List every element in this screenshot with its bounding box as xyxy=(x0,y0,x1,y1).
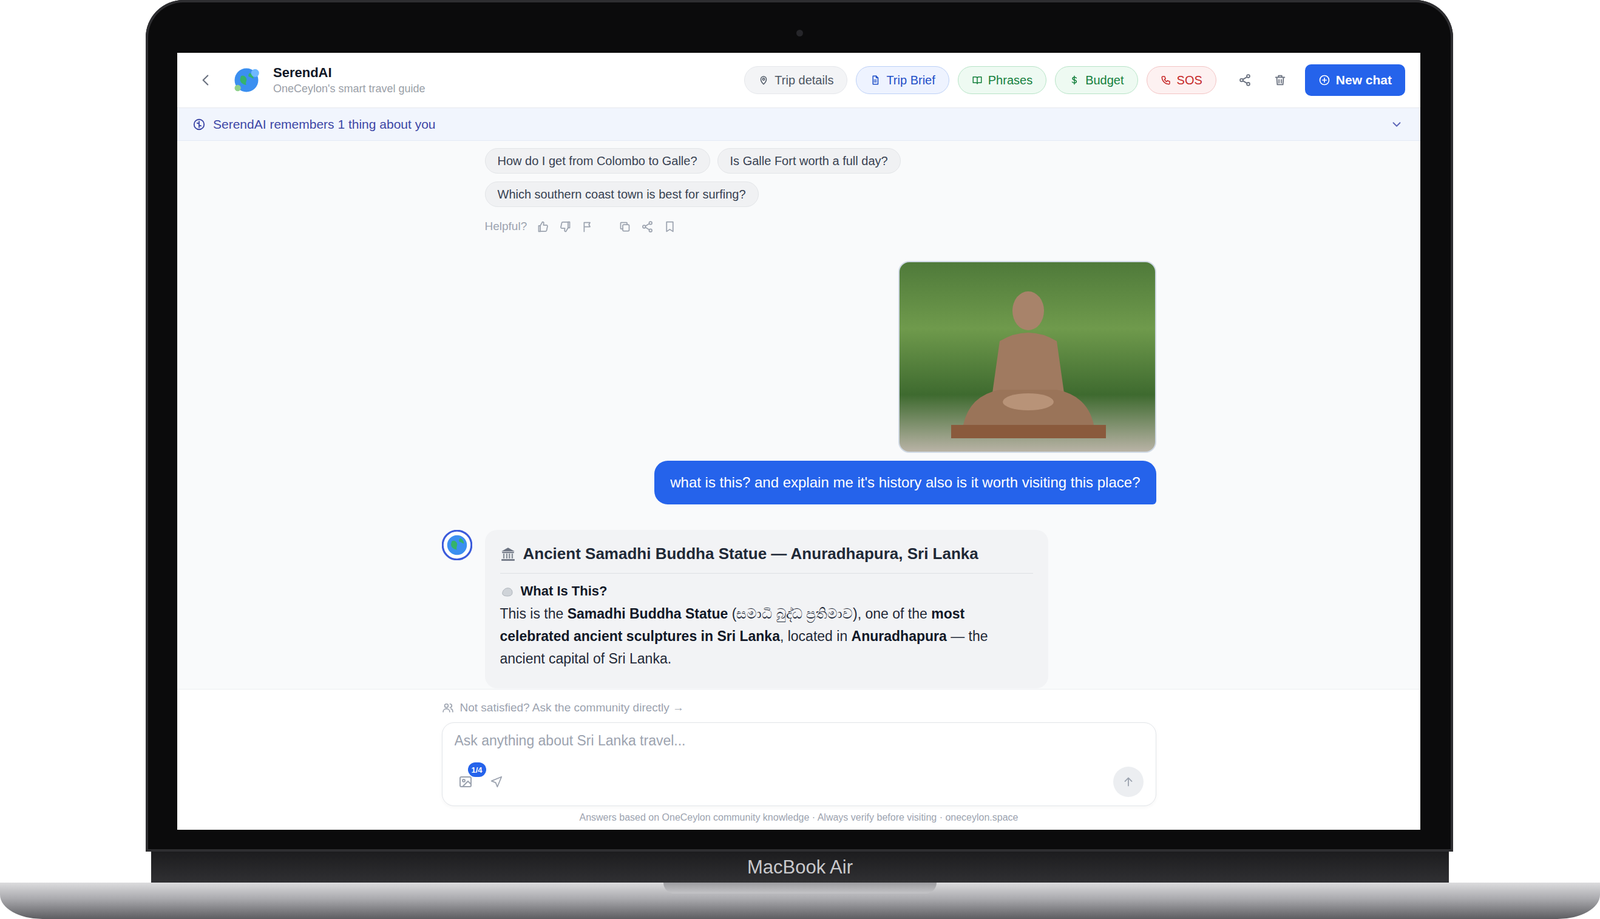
landmark-icon xyxy=(500,546,516,563)
disclaimer: Answers based on OneCeylon community kno… xyxy=(441,812,1157,824)
paragraph-segment: (සමාධි බුද්ධ ප්‍රතිමාව), one of the xyxy=(727,605,932,622)
base-notch xyxy=(663,882,937,894)
memory-bar[interactable]: SerendAI remembers 1 thing about you xyxy=(177,108,1421,141)
doc-icon xyxy=(869,74,881,86)
header: SerendAIOneCeylon's smart travel guide Tr… xyxy=(177,52,1421,109)
answer-title: Ancient Samadhi Buddha Statue — Anuradha… xyxy=(523,544,979,564)
send-button[interactable] xyxy=(1113,766,1144,797)
paragraph-segment: Samadhi Buddha Statue xyxy=(567,605,729,622)
paragraph-segment: Anuradhapura xyxy=(851,628,947,645)
image-message xyxy=(441,261,1157,453)
suggestion-list: How do I get from Colombo to Galle?Is Ga… xyxy=(484,140,923,207)
camera-dot xyxy=(796,29,804,37)
laptop-chin: MacBook Air xyxy=(151,851,1449,883)
user-bubble: what is this? and explain me it's histor… xyxy=(654,460,1156,505)
section-heading: What Is This? xyxy=(500,583,1034,600)
memory-text: SerendAI remembers 1 thing about you xyxy=(213,117,436,132)
community-link[interactable]: Not satisfied? Ask the community directl… xyxy=(441,689,1157,718)
header-pill[interactable]: SOS xyxy=(1146,66,1217,95)
thumbs-up-icon[interactable] xyxy=(536,220,550,234)
share-icon xyxy=(1238,73,1252,87)
answer-title-row: Ancient Samadhi Buddha Statue — Anuradha… xyxy=(500,544,1034,574)
logo-icon xyxy=(230,64,263,96)
pill-label: Trip details xyxy=(774,73,834,88)
bookmark-icon[interactable] xyxy=(663,220,677,234)
community-link-text: Not satisfied? Ask the community directl… xyxy=(460,701,685,715)
suggestion-chip[interactable]: How do I get from Colombo to Galle? xyxy=(484,148,711,174)
suggestion-chip[interactable]: Is Galle Fort worth a full day? xyxy=(717,148,901,174)
image-count-badge: 1/4 xyxy=(467,762,487,777)
chat-column: How do I get from Colombo to Galle?Is Ga… xyxy=(441,140,1157,689)
pill-label: SOS xyxy=(1176,73,1203,88)
trash-icon xyxy=(1273,73,1287,87)
helpful-label: Helpful? xyxy=(484,219,528,234)
memory-icon xyxy=(192,117,206,132)
header-pill[interactable]: Trip details xyxy=(744,66,848,95)
pill-label: Budget xyxy=(1085,73,1124,88)
answer-card: Ancient Samadhi Buddha Statue — Anuradha… xyxy=(484,529,1049,689)
delete-button[interactable] xyxy=(1273,73,1287,87)
statue-figure xyxy=(951,286,1106,439)
assistant-avatar-icon xyxy=(441,529,473,561)
dollar-icon xyxy=(1068,74,1080,86)
copy-icon[interactable] xyxy=(618,220,632,234)
composer: Not satisfied? Ask the community directl… xyxy=(177,688,1421,830)
share-button[interactable] xyxy=(1238,73,1252,87)
thumbs-down-icon[interactable] xyxy=(559,220,572,234)
paragraph-segment: , located in xyxy=(779,628,852,645)
laptop-lid: SerendAIOneCeylon's smart travel guide Tr… xyxy=(145,0,1454,852)
stone-icon xyxy=(500,583,515,599)
back-arrow-icon xyxy=(197,72,214,89)
header-pill[interactable]: Phrases xyxy=(957,66,1047,95)
paragraph-segment: This is the xyxy=(500,605,568,622)
book-icon xyxy=(971,74,983,86)
new-chat-label: New chat xyxy=(1335,72,1392,88)
uploaded-photo xyxy=(898,261,1157,453)
app-title: SerendAI xyxy=(273,64,426,81)
location-arrow-icon[interactable] xyxy=(489,775,504,789)
section-title: What Is This? xyxy=(520,583,608,600)
suggestion-chip[interactable]: Which southern coast town is best for su… xyxy=(484,181,759,207)
header-pill[interactable]: Budget xyxy=(1054,66,1138,95)
user-message: what is this? and explain me it's histor… xyxy=(441,460,1157,505)
flag-icon[interactable] xyxy=(581,220,595,234)
phone-icon xyxy=(1160,74,1172,86)
header-pill[interactable]: Trip Brief xyxy=(855,66,949,95)
chevron-icon[interactable] xyxy=(1389,117,1404,132)
plus-circle-icon xyxy=(1318,74,1331,87)
input-box: 1/4 xyxy=(441,722,1157,807)
app-subtitle: OneCeylon's smart travel guide xyxy=(273,82,426,96)
header-actions: Trip details Trip Brief Phrases Budget SOS Ne… xyxy=(744,64,1406,96)
screen: SerendAIOneCeylon's smart travel guide Tr… xyxy=(177,52,1421,830)
people-icon xyxy=(441,701,455,714)
feedback-row: Helpful? xyxy=(484,216,1157,237)
attach-image-button[interactable]: 1/4 xyxy=(454,770,477,793)
message-input[interactable] xyxy=(454,732,1144,750)
back-button[interactable] xyxy=(197,72,214,89)
pin-icon xyxy=(758,74,770,86)
arrow-up-icon xyxy=(1121,775,1136,789)
pill-label: Phrases xyxy=(988,73,1033,88)
assistant-message: Ancient Samadhi Buddha Statue — Anuradha… xyxy=(441,529,1157,689)
image-icon xyxy=(458,774,473,790)
answer-paragraph: This is the Samadhi Buddha Statue (සමාධි… xyxy=(500,602,1034,671)
brand: SerendAIOneCeylon's smart travel guide xyxy=(273,64,426,96)
share-icon[interactable] xyxy=(640,220,654,234)
laptop-base xyxy=(0,882,1600,919)
input-toolbar: 1/4 xyxy=(454,766,1144,797)
chat-area: How do I get from Colombo to Galle?Is Ga… xyxy=(177,140,1421,689)
pill-label: Trip Brief xyxy=(886,73,935,88)
new-chat-button[interactable]: New chat xyxy=(1305,64,1406,96)
device-label: MacBook Air xyxy=(747,856,853,879)
